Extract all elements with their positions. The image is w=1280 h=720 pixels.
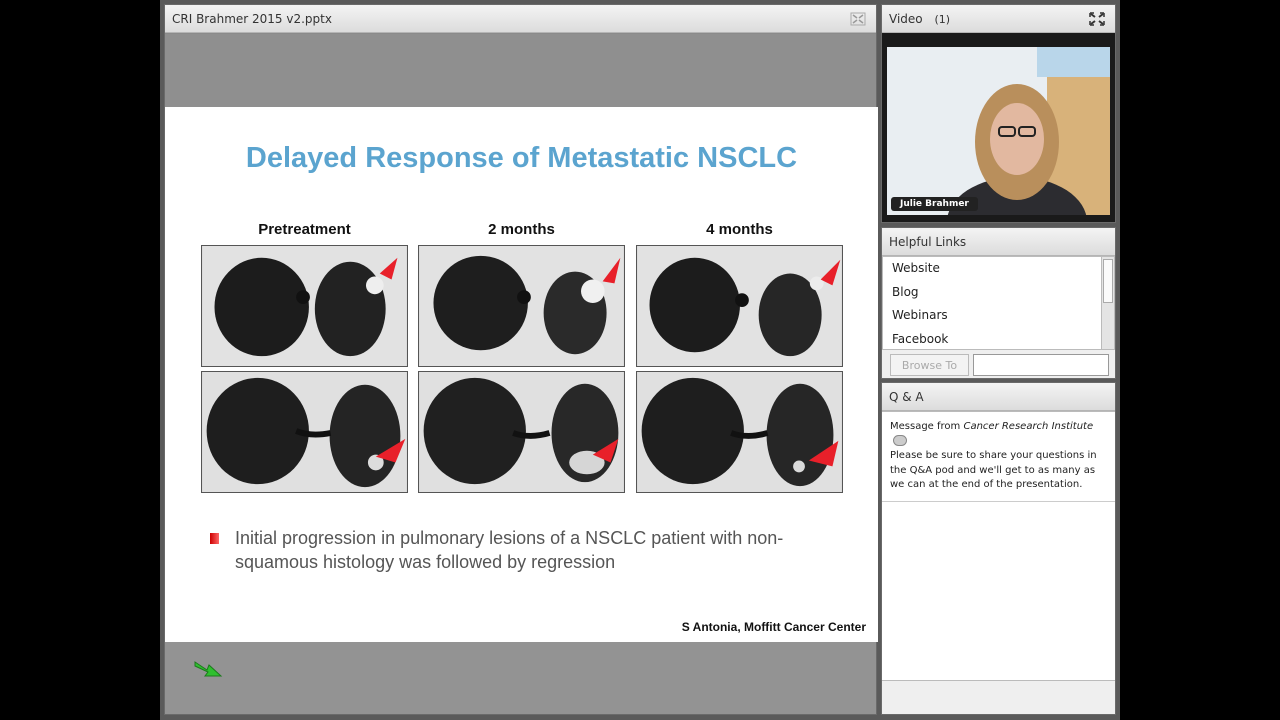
slide-title: Delayed Response of Metastatic NSCLC bbox=[245, 142, 798, 174]
ct-scan-2-months-upper bbox=[418, 245, 625, 367]
bullet-marker bbox=[210, 533, 219, 544]
video-pod-header: Video (1) bbox=[882, 5, 1115, 33]
qa-message-sender: Cancer Research Institute bbox=[963, 421, 1094, 432]
qa-pod: Q & A Message from Cancer Research Insti… bbox=[881, 382, 1116, 715]
qa-pod-title: Q & A bbox=[889, 390, 924, 404]
qa-message: Message from Cancer Research Institute P… bbox=[882, 412, 1115, 502]
video-pod: Video (1) Julie Brahmer bbox=[881, 4, 1116, 223]
share-top-margin bbox=[165, 34, 876, 107]
column-label-pretreatment: Pretreatment bbox=[258, 221, 351, 238]
webcam-video-feed: Julie Brahmer bbox=[887, 47, 1110, 215]
ct-scan-2-months-lower bbox=[418, 371, 625, 493]
ct-scan-4-months-upper bbox=[636, 245, 843, 367]
video-fullscreen-icon[interactable] bbox=[1089, 12, 1105, 26]
share-bottom-margin bbox=[165, 642, 876, 714]
column-label-4-months: 4 months bbox=[706, 221, 773, 238]
link-item-facebook[interactable]: Facebook bbox=[883, 328, 1102, 352]
qa-message-text: Please be sure to share your questions i… bbox=[890, 450, 1097, 490]
presenter-name-tag: Julie Brahmer bbox=[891, 197, 978, 211]
ct-scan-pretreatment-lower bbox=[201, 371, 408, 493]
links-list: Website Blog Webinars Facebook bbox=[882, 256, 1103, 350]
fullscreen-icon[interactable] bbox=[850, 12, 866, 26]
ct-scan-pretreatment-upper bbox=[201, 245, 408, 367]
presentation-slide: Delayed Response of Metastatic NSCLC Pre… bbox=[165, 107, 878, 642]
links-scrollbar[interactable] bbox=[1101, 256, 1115, 350]
qa-message-header: Message from Cancer Research Institute bbox=[890, 420, 1107, 449]
links-scroll-thumb[interactable] bbox=[1103, 259, 1113, 303]
speech-bubble-icon bbox=[893, 435, 907, 446]
column-label-2-months: 2 months bbox=[488, 221, 555, 238]
links-pod-header: Helpful Links bbox=[882, 228, 1115, 256]
slide-credit: S Antonia, Moffitt Cancer Center bbox=[681, 620, 866, 634]
qa-message-list[interactable]: Message from Cancer Research Institute P… bbox=[882, 411, 1115, 681]
link-item-blog[interactable]: Blog bbox=[883, 281, 1102, 305]
adobe-connect-room: CRI Brahmer 2015 v2.pptx Delayed Respons… bbox=[160, 0, 1120, 720]
helpful-links-pod: Helpful Links Website Blog Webinars Face… bbox=[881, 227, 1116, 379]
browse-to-button[interactable]: Browse To bbox=[890, 354, 969, 376]
qa-message-prefix: Message from bbox=[890, 421, 961, 432]
share-pod: CRI Brahmer 2015 v2.pptx Delayed Respons… bbox=[164, 4, 878, 715]
link-item-webinars[interactable]: Webinars bbox=[883, 304, 1102, 328]
share-pod-header: CRI Brahmer 2015 v2.pptx bbox=[165, 5, 876, 33]
ct-scan-4-months-lower bbox=[636, 371, 843, 493]
link-item-website[interactable]: Website bbox=[883, 257, 1102, 281]
green-arrow-icon[interactable] bbox=[193, 656, 223, 680]
slide-bullet-text: Initial progression in pulmonary lesions… bbox=[235, 528, 784, 572]
qa-pod-header: Q & A bbox=[882, 383, 1115, 411]
video-pod-title: Video bbox=[889, 12, 923, 26]
link-url-input[interactable] bbox=[973, 354, 1109, 376]
share-pod-title: CRI Brahmer 2015 v2.pptx bbox=[172, 12, 332, 26]
links-pod-title: Helpful Links bbox=[889, 235, 967, 249]
video-count: (1) bbox=[934, 13, 951, 26]
